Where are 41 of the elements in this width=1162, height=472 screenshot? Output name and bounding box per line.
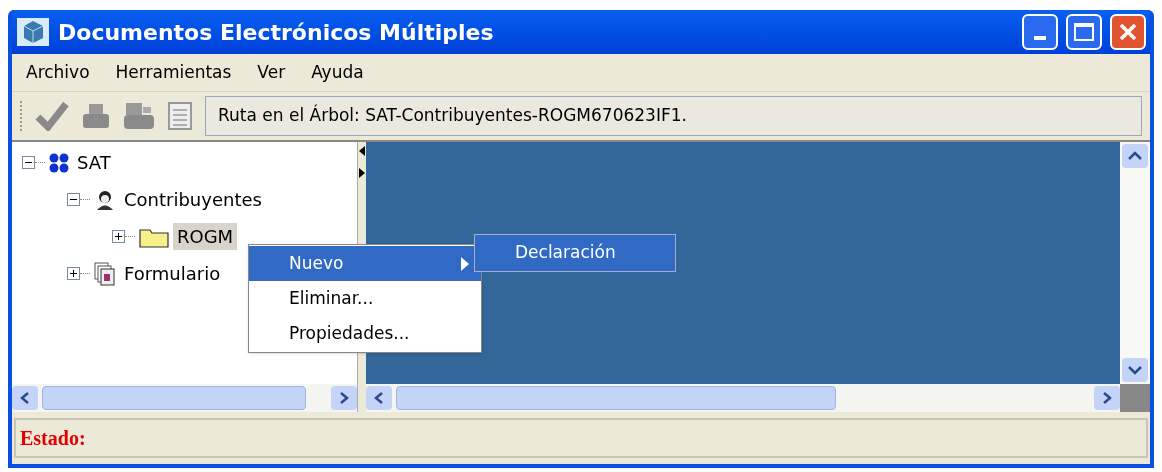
cube-icon	[16, 17, 50, 47]
menu-item[interactable]: Ver	[257, 59, 286, 86]
scroll-up-icon[interactable]	[1122, 144, 1148, 168]
scroll-right-icon[interactable]	[331, 386, 357, 410]
scroll-thumb[interactable]	[42, 386, 306, 410]
notepad-icon[interactable]	[167, 101, 193, 131]
documents-icon	[94, 261, 116, 286]
menu-item[interactable]: Herramientas	[115, 59, 232, 86]
tree-item-label[interactable]: Contribuyentes	[120, 186, 266, 213]
dots-icon	[49, 152, 69, 173]
horizontal-scrollbar[interactable]	[12, 384, 357, 412]
minimize-button[interactable]	[1022, 14, 1058, 50]
tree-item-label[interactable]: ROGM	[173, 223, 238, 250]
maximize-button[interactable]	[1066, 14, 1102, 50]
close-button[interactable]	[1110, 14, 1146, 50]
printer-icon[interactable]	[81, 102, 111, 130]
scroll-down-icon[interactable]	[1122, 358, 1148, 382]
menu-item[interactable]: Ayuda	[311, 59, 364, 86]
window-title: Documentos Electrónicos Múltiples	[58, 18, 495, 47]
vertical-scrollbar[interactable]	[1120, 142, 1150, 384]
fax-icon[interactable]	[123, 101, 155, 131]
menu-item[interactable]: Archivo	[26, 59, 90, 86]
scroll-thumb[interactable]	[396, 386, 836, 410]
scrollbar-corner	[1120, 384, 1150, 412]
menu-option[interactable]: Eliminar...	[249, 281, 481, 316]
expand-icon[interactable]	[67, 267, 80, 280]
scroll-left-icon[interactable]	[366, 386, 392, 410]
tree-item-label[interactable]: SAT	[73, 149, 115, 176]
menu-option[interactable]: Propiedades...	[249, 316, 481, 351]
checkmark-icon[interactable]	[35, 101, 69, 131]
tree-item-label[interactable]: Formulario	[120, 260, 225, 287]
close-icon[interactable]	[1118, 22, 1138, 42]
scroll-left-icon[interactable]	[12, 386, 38, 410]
menu-option[interactable]: Nuevo	[249, 246, 481, 281]
horizontal-scrollbar[interactable]	[366, 384, 1120, 412]
collapse-icon[interactable]	[67, 193, 80, 206]
scroll-right-icon[interactable]	[1094, 386, 1120, 410]
status-label: Estado:	[20, 426, 86, 451]
collapse-icon[interactable]	[22, 156, 35, 169]
expand-icon[interactable]	[112, 230, 125, 243]
path-field: Ruta en el Árbol: SAT-Contribuyentes-ROGM670623IF1.	[205, 96, 1142, 136]
